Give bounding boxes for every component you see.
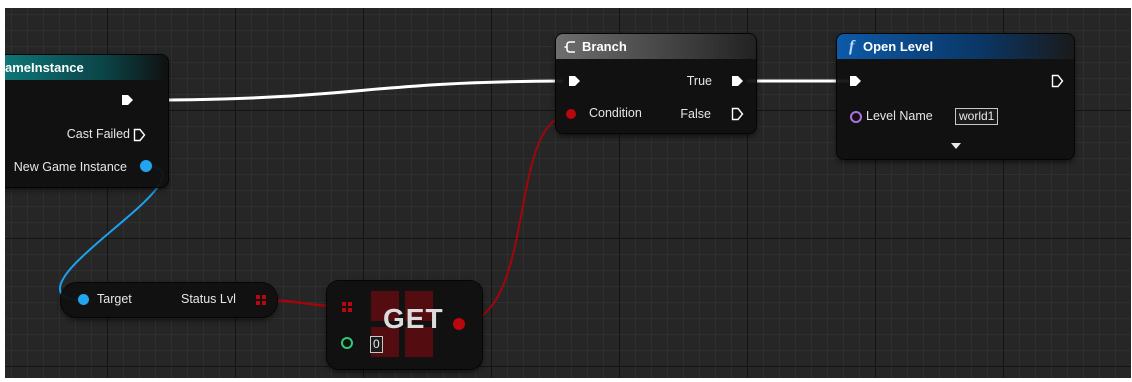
branch-icon (564, 41, 575, 53)
target-label: Target (97, 292, 132, 306)
cast-to-game-instance-node[interactable]: ameInstance Cast Failed New Game Instanc… (5, 55, 168, 187)
get-output-pin[interactable] (453, 318, 465, 330)
cast-node-header: ameInstance (5, 55, 168, 80)
false-label: False (680, 107, 711, 121)
exec-wire-cast-to-branch[interactable] (167, 79, 564, 102)
status-lvl-array-pin[interactable] (256, 295, 266, 305)
cast-failed-label: Cast Failed (66, 127, 130, 141)
status-lvl-getter-node[interactable]: Target Status Lvl (61, 283, 277, 317)
get-array-input-pin[interactable] (342, 302, 352, 312)
true-exec-pin[interactable] (731, 75, 744, 87)
cast-exec-out-pin[interactable] (121, 94, 134, 106)
level-name-label: Level Name (866, 109, 933, 123)
open-level-exec-in-pin[interactable] (849, 75, 862, 87)
get-label: GET (383, 303, 444, 334)
false-exec-pin[interactable] (731, 107, 744, 121)
branch-exec-in-pin[interactable] (568, 75, 581, 87)
cast-node-title: ameInstance (5, 60, 84, 75)
branch-node-title: Branch (582, 39, 627, 54)
status-lvl-label: Status Lvl (181, 292, 236, 306)
get-index-pin[interactable] (341, 337, 353, 349)
branch-node[interactable]: Branch True Condition False (556, 34, 756, 133)
expand-arrow-icon[interactable] (950, 142, 962, 150)
blueprint-graph-canvas[interactable]: ameInstance Cast Failed New Game Instanc… (5, 8, 1131, 378)
level-name-input[interactable]: world1 (955, 108, 999, 125)
level-name-pin[interactable] (850, 111, 862, 123)
open-level-exec-out-pin[interactable] (1051, 74, 1064, 88)
array-get-node[interactable]: 0 GET (327, 281, 482, 369)
open-level-title: Open Level (863, 39, 934, 54)
cast-failed-exec-pin[interactable] (133, 128, 146, 142)
function-icon: f (849, 38, 855, 55)
condition-pin[interactable] (566, 109, 576, 119)
get-index-input[interactable]: 0 (370, 336, 383, 353)
true-label: True (686, 74, 712, 88)
target-pin[interactable] (78, 294, 89, 305)
open-level-node-header: f Open Level (837, 34, 1074, 59)
open-level-node[interactable]: f Open Level Level Name world1 (837, 34, 1074, 159)
new-game-instance-pin[interactable] (140, 160, 152, 172)
condition-label: Condition (589, 106, 642, 120)
branch-node-header: Branch (556, 34, 756, 59)
new-game-instance-label: New Game Instance (13, 160, 127, 174)
